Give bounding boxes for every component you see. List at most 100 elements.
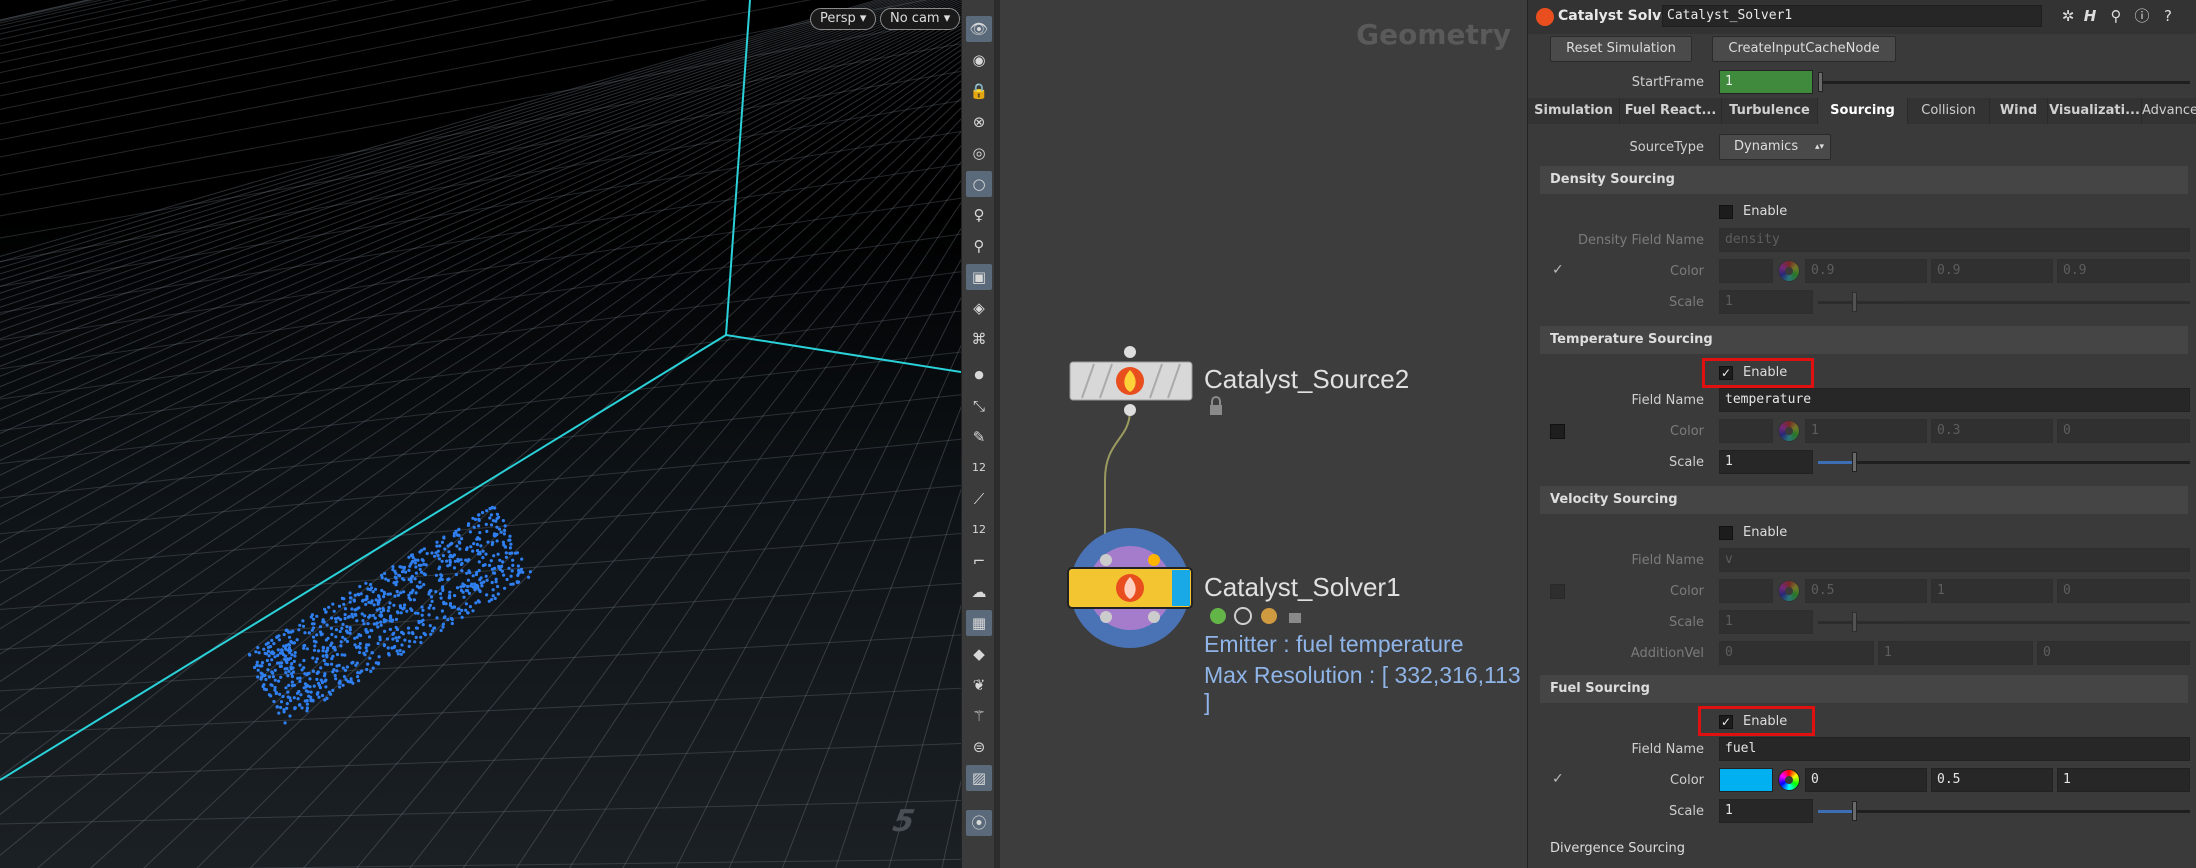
help-icon[interactable]: ? xyxy=(2158,6,2178,26)
tab-wind[interactable]: Wind xyxy=(1990,98,2048,124)
velocity-color-r[interactable]: 0.5 xyxy=(1805,579,1927,603)
tab-turbulence[interactable]: Turbulence xyxy=(1722,98,1818,124)
tab-collision[interactable]: Collision xyxy=(1908,98,1990,124)
fuel-color-swatch[interactable] xyxy=(1719,768,1773,792)
select-icon[interactable]: ◉ xyxy=(966,47,992,73)
dot-icon[interactable]: ● xyxy=(966,362,992,388)
temperature-color-g[interactable]: 0.3 xyxy=(1931,419,2053,443)
velocity-color-wheel-icon[interactable] xyxy=(1778,580,1800,602)
fuel-color-g[interactable]: 0.5 xyxy=(1931,768,2053,792)
tab-visualization[interactable]: Visualizati... xyxy=(2048,98,2142,124)
gear-icon[interactable]: ✲ xyxy=(2058,6,2078,26)
density-scale-field[interactable]: 1 xyxy=(1719,290,1813,314)
capture-icon[interactable]: ⌘ xyxy=(966,326,992,352)
create-input-cache-button[interactable]: CreateInputCacheNode xyxy=(1712,36,1896,62)
ghost-icon[interactable]: ⊗ xyxy=(966,109,992,135)
density-scale-slider[interactable] xyxy=(1818,292,2190,312)
wand-icon[interactable]: ⚚ xyxy=(966,703,992,729)
twelve-2-icon[interactable]: 12 xyxy=(966,517,992,543)
velocity-scale-field[interactable]: 1 xyxy=(1719,610,1813,634)
marker-icon[interactable]: ⦿ xyxy=(966,810,992,836)
tab-fuel-reaction[interactable]: Fuel React... xyxy=(1620,98,1722,124)
density-enable-checkbox[interactable] xyxy=(1719,205,1733,219)
grid-icon[interactable]: ▦ xyxy=(966,610,992,636)
density-color-g[interactable]: 0.9 xyxy=(1931,259,2053,283)
density-color-b[interactable]: 0.9 xyxy=(2057,259,2190,283)
bulb-icon[interactable]: ♀ xyxy=(966,202,992,228)
solver-node-name[interactable]: Catalyst_Solver1 xyxy=(1204,572,1401,603)
search-icon[interactable]: ⚲ xyxy=(2106,6,2126,26)
start-frame-slider[interactable] xyxy=(1818,72,2190,92)
temperature-section-header[interactable]: Temperature Sourcing xyxy=(1540,326,2188,354)
light-icon[interactable]: ○ xyxy=(966,171,992,197)
reset-simulation-button[interactable]: Reset Simulation xyxy=(1550,36,1692,62)
houdini-help-icon[interactable]: H xyxy=(2080,6,2100,26)
camera-icon[interactable]: ▣ xyxy=(966,264,992,290)
start-frame-field[interactable]: 1 xyxy=(1719,70,1813,94)
velocity-add-y[interactable]: 1 xyxy=(1878,641,2033,665)
velocity-add-x[interactable]: 0 xyxy=(1719,641,1874,665)
temperature-color-b[interactable]: 0 xyxy=(2057,419,2190,443)
cube-icon[interactable]: ◆ xyxy=(966,641,992,667)
scene-viewport[interactable]: Persp ▾ No cam ▾ 5 xyxy=(0,0,961,868)
source-type-menu[interactable]: Dynamics ▴▾ xyxy=(1719,134,1831,160)
solver-output-port-1[interactable] xyxy=(1100,611,1112,623)
solver-time-icon[interactable] xyxy=(1234,607,1252,625)
lock-icon[interactable]: 🔒 xyxy=(966,78,992,104)
solver-input-port-1[interactable] xyxy=(1100,554,1112,566)
tab-advance[interactable]: Advance xyxy=(2142,98,2196,124)
fuel-scale-field[interactable]: 1 xyxy=(1719,799,1813,823)
temperature-scale-slider[interactable] xyxy=(1818,452,2190,472)
pen-icon[interactable]: ✎ xyxy=(966,424,992,450)
velocity-scale-slider[interactable] xyxy=(1818,612,2190,632)
eye-icon[interactable]: 👁 xyxy=(966,16,992,42)
source-output-port[interactable] xyxy=(1124,404,1136,416)
fuel-color-r[interactable]: 0 xyxy=(1805,768,1927,792)
solver-display-flag[interactable] xyxy=(1172,570,1190,606)
curve-icon[interactable]: ⌐ xyxy=(966,548,992,574)
image-icon[interactable]: ▨ xyxy=(966,765,992,791)
solver-status-icon[interactable] xyxy=(1210,608,1226,624)
solver-output-port-2[interactable] xyxy=(1148,611,1160,623)
divergence-section-header[interactable]: Divergence Sourcing xyxy=(1540,835,2188,863)
knife-icon[interactable]: ⟋ xyxy=(966,486,992,512)
temperature-color-wheel-icon[interactable] xyxy=(1778,420,1800,442)
pin-icon[interactable]: ⚲ xyxy=(966,233,992,259)
velocity-color-b[interactable]: 0 xyxy=(2057,579,2190,603)
camera-menu-button[interactable]: No cam ▾ xyxy=(880,8,961,30)
source-node-name[interactable]: Catalyst_Source2 xyxy=(1204,364,1409,395)
render-icon[interactable]: ◈ xyxy=(966,295,992,321)
source-lock-icon[interactable] xyxy=(1210,405,1222,415)
fuel-section-header[interactable]: Fuel Sourcing xyxy=(1540,675,2188,703)
tab-sourcing[interactable]: Sourcing xyxy=(1818,98,1908,124)
sphere-icon[interactable]: ◎ xyxy=(966,140,992,166)
brush-icon[interactable]: ⤡ xyxy=(966,393,992,419)
temperature-color-r[interactable]: 1 xyxy=(1805,419,1927,443)
density-color-wheel-icon[interactable] xyxy=(1778,260,1800,282)
source-input-port[interactable] xyxy=(1124,346,1136,358)
density-color-r[interactable]: 0.9 xyxy=(1805,259,1927,283)
velocity-add-z[interactable]: 0 xyxy=(2037,641,2190,665)
fuel-field-input[interactable]: fuel xyxy=(1719,737,2190,761)
disc-icon[interactable]: ⊜ xyxy=(966,734,992,760)
twelve-icon[interactable]: 12 xyxy=(966,455,992,481)
velocity-section-header[interactable]: Velocity Sourcing xyxy=(1540,486,2188,514)
density-color-swatch[interactable] xyxy=(1719,259,1773,283)
solver-input-port-2[interactable] xyxy=(1148,554,1160,566)
persp-menu-button[interactable]: Persp ▾ xyxy=(810,8,877,30)
velocity-field-input[interactable]: v xyxy=(1719,548,2190,572)
fuel-color-b[interactable]: 1 xyxy=(2057,768,2190,792)
density-field-input[interactable]: density xyxy=(1719,228,2190,252)
temperature-scale-field[interactable]: 1 xyxy=(1719,450,1813,474)
solver-lock-icon[interactable] xyxy=(1289,613,1301,623)
tab-simulation[interactable]: Simulation xyxy=(1528,98,1620,124)
fuel-scale-slider[interactable] xyxy=(1818,801,2190,821)
temperature-color-swatch[interactable] xyxy=(1719,419,1773,443)
density-section-header[interactable]: Density Sourcing xyxy=(1540,166,2188,194)
fuel-color-wheel-icon[interactable] xyxy=(1778,769,1800,791)
network-editor[interactable]: Geometry Catalyst_Source2 Catalyst_Solve… xyxy=(1000,0,1527,868)
velocity-color-swatch[interactable] xyxy=(1719,579,1773,603)
velocity-color-g[interactable]: 1 xyxy=(1931,579,2053,603)
temperature-field-input[interactable]: temperature xyxy=(1719,388,2190,412)
node-name-field[interactable]: Catalyst_Solver1 xyxy=(1662,5,2042,27)
